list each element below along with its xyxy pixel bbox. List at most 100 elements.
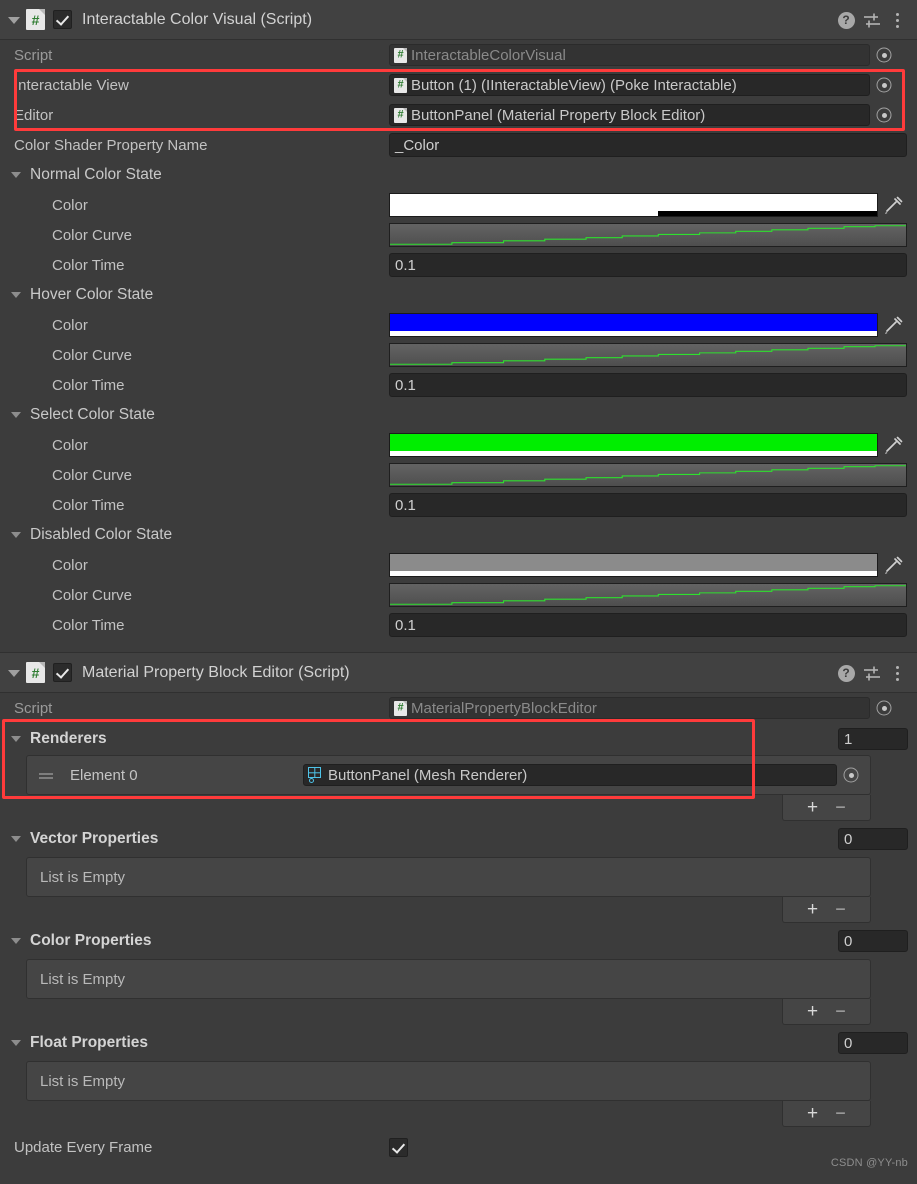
section-color-properties[interactable]: Color Properties 0 <box>0 923 917 959</box>
more-options-kebab-icon[interactable] <box>887 9 909 31</box>
foldout-triangle-icon[interactable] <box>10 408 24 422</box>
update-every-frame-checkbox[interactable] <box>389 1137 408 1157</box>
color-time-label: Color Time <box>52 256 125 274</box>
foldout-triangle-icon[interactable] <box>10 732 24 746</box>
disabled-color-curve-widget[interactable] <box>389 583 907 607</box>
csharp-script-icon <box>394 47 407 63</box>
vector-properties-empty-message: List is Empty <box>26 857 871 897</box>
section-float-properties[interactable]: Float Properties 0 <box>0 1025 917 1061</box>
add-color-property-button[interactable]: + <box>799 1001 827 1023</box>
eyedropper-icon[interactable] <box>881 313 906 337</box>
remove-float-property-button[interactable]: − <box>827 1103 855 1125</box>
section-hover-color-state[interactable]: Hover Color State <box>0 280 917 310</box>
section-disabled-color-state[interactable]: Disabled Color State <box>0 520 917 550</box>
normal-color-swatch[interactable] <box>389 193 878 217</box>
interactable-view-value: Button (1) (IInteractableView) (Poke Int… <box>411 76 737 94</box>
foldout-triangle-icon[interactable] <box>10 832 24 846</box>
section-normal-color-state[interactable]: Normal Color State <box>0 160 917 190</box>
color-curve-label: Color Curve <box>52 226 133 244</box>
element-0-value: ButtonPanel (Mesh Renderer) <box>328 766 528 784</box>
eyedropper-icon[interactable] <box>881 433 906 457</box>
float-properties-list-footer: + − <box>0 1101 917 1127</box>
interactable-view-object-field[interactable]: Button (1) (IInteractableView) (Poke Int… <box>389 74 870 96</box>
hover-color-time-input[interactable]: 0.1 <box>389 373 907 397</box>
editor-object-field[interactable]: ButtonPanel (Material Property Block Edi… <box>389 104 870 126</box>
color-time-label: Color Time <box>52 496 125 514</box>
color-properties-add-remove-bar: + − <box>782 999 871 1025</box>
row-script: Script MaterialPropertyBlockEditor <box>0 693 917 723</box>
color-curve-label: Color Curve <box>52 346 133 364</box>
vector-properties-count-input[interactable]: 0 <box>838 828 908 850</box>
component-spacer <box>0 640 917 652</box>
script-object-picker-button[interactable] <box>873 44 895 66</box>
help-icon[interactable] <box>835 662 857 684</box>
color-label: Color <box>52 436 88 454</box>
normal-color-curve-widget[interactable] <box>389 223 907 247</box>
color-shader-property-name-input[interactable]: _Color <box>389 133 907 157</box>
disabled-color-swatch[interactable] <box>389 553 878 577</box>
renderers-count-input[interactable]: 1 <box>838 728 908 750</box>
help-icon[interactable] <box>835 9 857 31</box>
float-properties-count-input[interactable]: 0 <box>838 1032 908 1054</box>
curve-graph <box>390 224 906 246</box>
script-object-picker-button[interactable] <box>873 697 895 719</box>
element-0-object-picker-button[interactable] <box>840 764 862 786</box>
preset-icon[interactable] <box>861 9 883 31</box>
preset-glyph <box>864 666 880 680</box>
update-every-frame-label: Update Every Frame <box>14 1138 153 1156</box>
curve-graph <box>390 464 906 486</box>
remove-renderer-button[interactable]: − <box>827 797 855 819</box>
select-color-swatch[interactable] <box>389 433 878 457</box>
select-color-time-input[interactable]: 0.1 <box>389 493 907 517</box>
normal-color-time-input[interactable]: 0.1 <box>389 253 907 277</box>
element-0-label: Element 0 <box>70 766 138 784</box>
component-enabled-checkbox[interactable] <box>53 10 72 29</box>
add-renderer-button[interactable]: + <box>799 797 827 819</box>
foldout-triangle-icon[interactable] <box>10 1036 24 1050</box>
row-select-color-curve: Color Curve <box>0 460 917 490</box>
vector-properties-add-remove-bar: + − <box>782 897 871 923</box>
component-foldout-arrow-icon[interactable] <box>6 665 22 681</box>
hover-color-swatch[interactable] <box>389 313 878 337</box>
component-enabled-checkbox[interactable] <box>53 663 72 682</box>
interactable-view-object-picker-button[interactable] <box>873 74 895 96</box>
select-color-curve-widget[interactable] <box>389 463 907 487</box>
script-value: InteractableColorVisual <box>411 46 566 64</box>
add-float-property-button[interactable]: + <box>799 1103 827 1125</box>
foldout-triangle-icon[interactable] <box>10 168 24 182</box>
eyedropper-icon[interactable] <box>881 193 906 217</box>
float-properties-add-remove-bar: + − <box>782 1101 871 1127</box>
csharp-script-icon <box>26 9 45 30</box>
color-properties-count-input[interactable]: 0 <box>838 930 908 952</box>
component-foldout-arrow-icon[interactable] <box>6 12 22 28</box>
hover-color-curve-widget[interactable] <box>389 343 907 367</box>
editor-label: Editor <box>14 106 54 124</box>
row-disabled-color-time: Color Time 0.1 <box>0 610 917 640</box>
editor-object-picker-button[interactable] <box>873 104 895 126</box>
section-select-color-state[interactable]: Select Color State <box>0 400 917 430</box>
foldout-triangle-icon[interactable] <box>10 528 24 542</box>
foldout-triangle-icon[interactable] <box>10 288 24 302</box>
component-header-material-property-block-editor[interactable]: Material Property Block Editor (Script) <box>0 653 917 693</box>
component-title: Interactable Color Visual (Script) <box>82 10 313 28</box>
remove-vector-property-button[interactable]: − <box>827 899 855 921</box>
drag-handle-icon[interactable] <box>39 768 53 782</box>
foldout-triangle-icon[interactable] <box>10 934 24 948</box>
list-item[interactable]: Element 0 ButtonPanel (Mesh Renderer) <box>26 755 871 795</box>
more-options-kebab-icon[interactable] <box>887 662 909 684</box>
csharp-script-icon <box>394 700 407 716</box>
remove-color-property-button[interactable]: − <box>827 1001 855 1023</box>
color-label: Color <box>52 316 88 334</box>
color-properties-empty-message: List is Empty <box>26 959 871 999</box>
element-0-object-field[interactable]: ButtonPanel (Mesh Renderer) <box>303 764 837 786</box>
normal-color-state-title: Normal Color State <box>30 166 162 183</box>
csharp-script-icon <box>394 77 407 93</box>
section-vector-properties[interactable]: Vector Properties 0 <box>0 821 917 857</box>
disabled-color-time-input[interactable]: 0.1 <box>389 613 907 637</box>
component-header-interactable-color-visual[interactable]: Interactable Color Visual (Script) <box>0 0 917 40</box>
add-vector-property-button[interactable]: + <box>799 899 827 921</box>
row-disabled-color-curve: Color Curve <box>0 580 917 610</box>
section-renderers[interactable]: Renderers 1 <box>0 723 917 755</box>
eyedropper-icon[interactable] <box>881 553 906 577</box>
preset-icon[interactable] <box>861 662 883 684</box>
